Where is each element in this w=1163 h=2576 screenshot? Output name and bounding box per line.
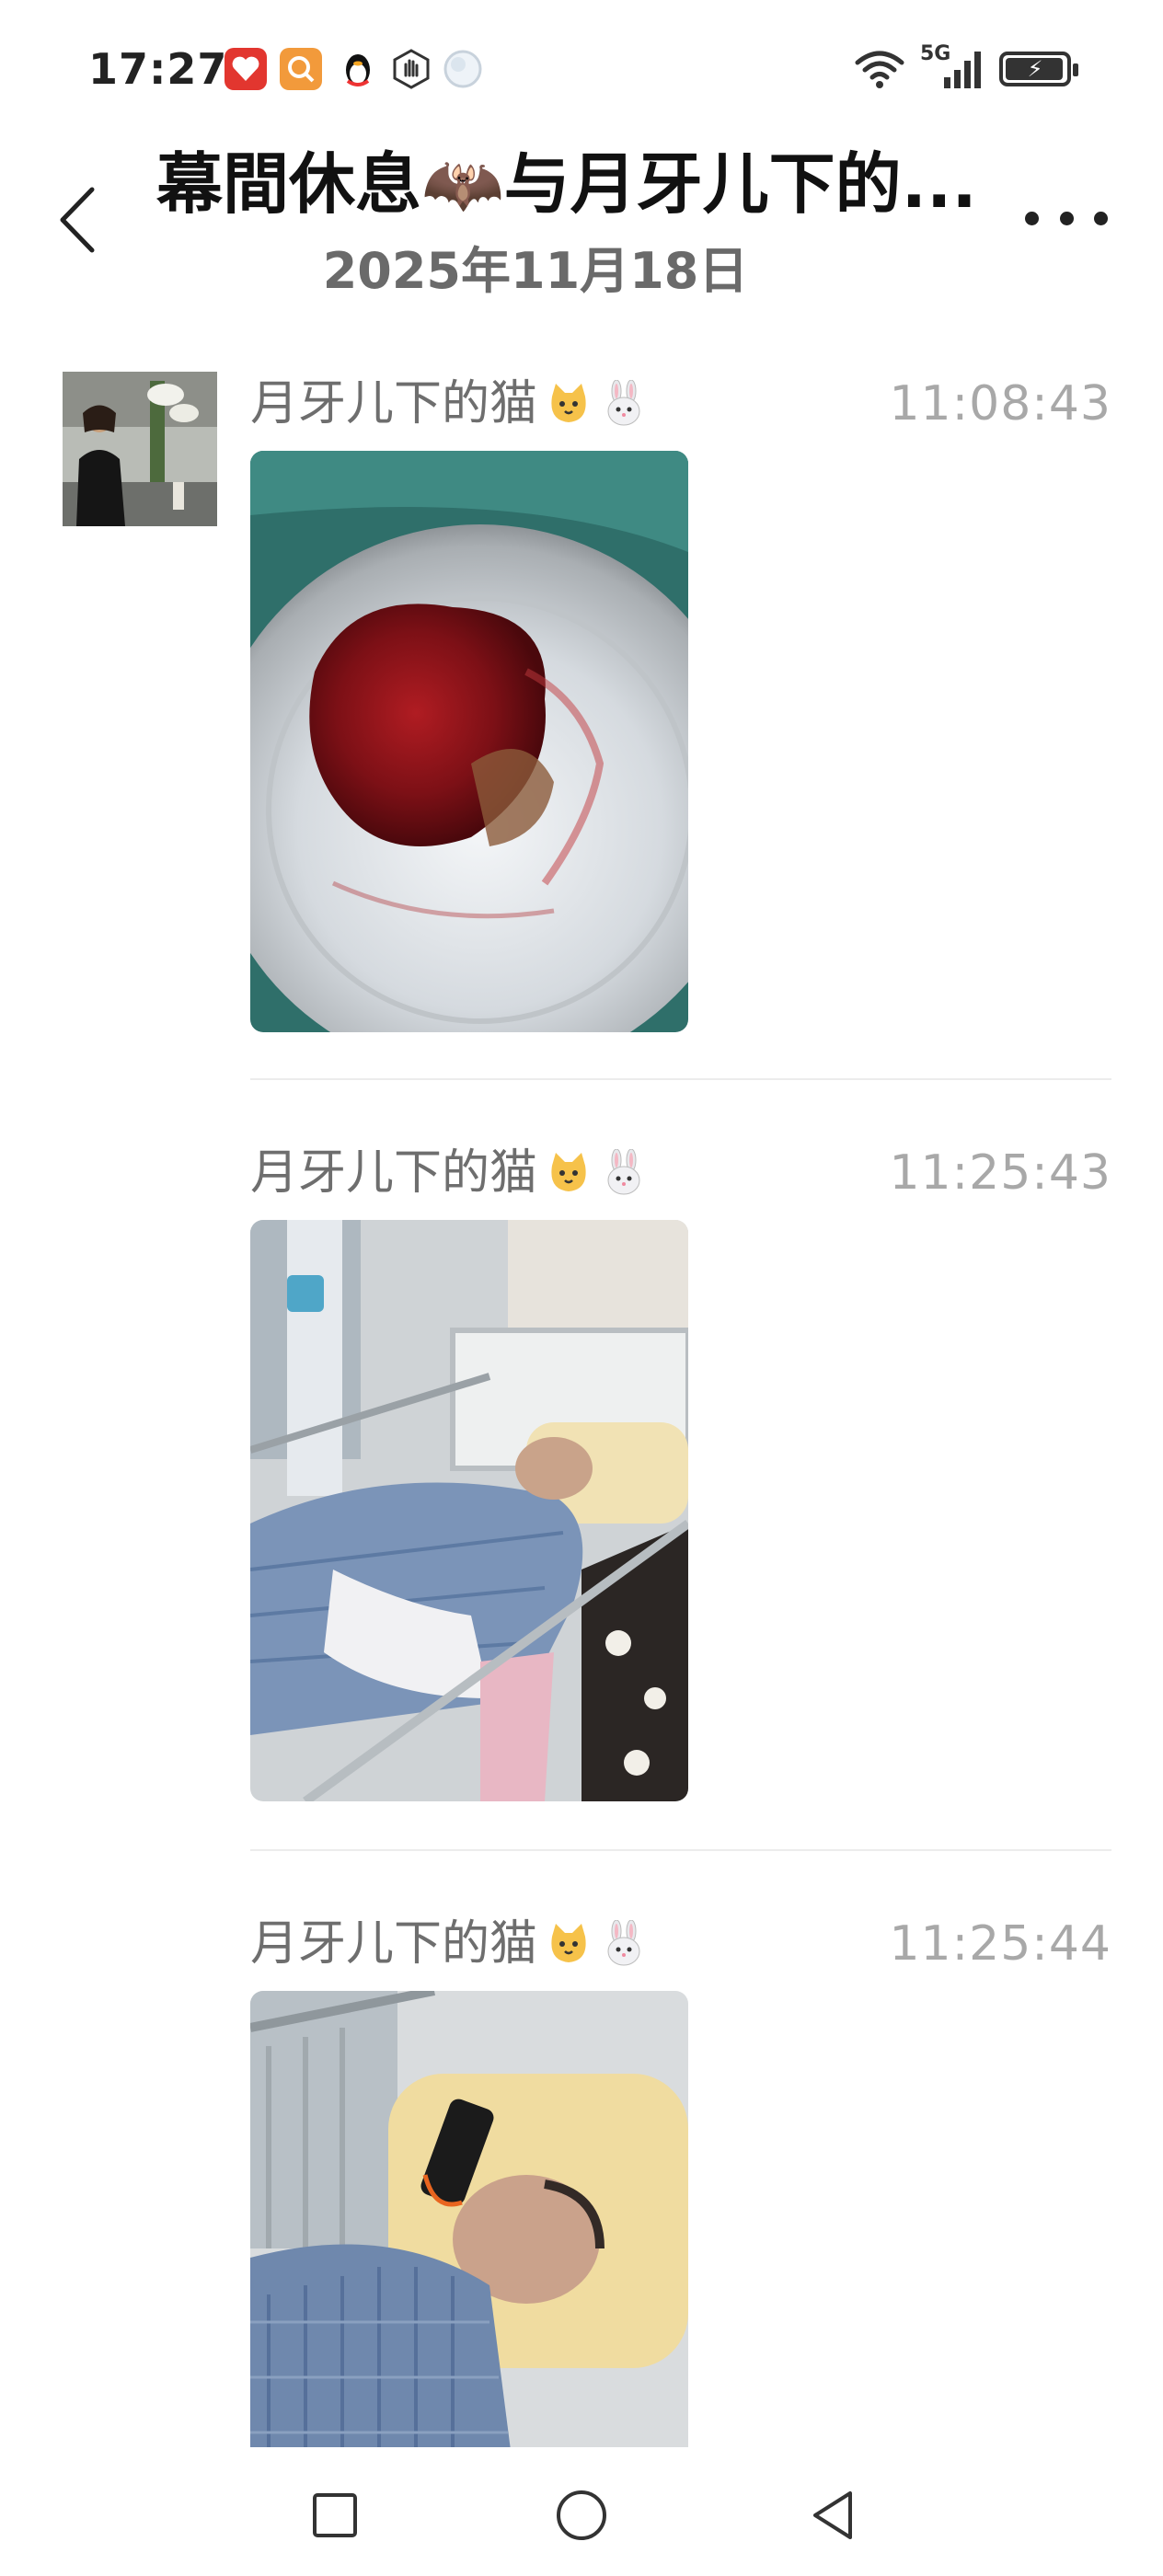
message-time: 11:25:43 xyxy=(889,1145,1111,1201)
cat-emoji-icon xyxy=(551,1924,586,1962)
message-item: 月牙儿下的猫 11:25:44 xyxy=(250,1912,1111,2464)
recent-apps-icon[interactable] xyxy=(298,2478,372,2552)
status-bar: 17:27 5G ⚡ xyxy=(0,0,1163,138)
message-item: 月牙儿下的猫 11:08:43 xyxy=(250,372,1111,1034)
message-divider xyxy=(250,1849,1111,1851)
sender-name-text: 月牙儿下的猫 xyxy=(250,1145,538,1201)
system-icons: 5G ⚡ xyxy=(854,42,1078,92)
message-item: 月牙儿下的猫 11:25:43 xyxy=(250,1141,1111,1803)
sender-name: 月牙儿下的猫 xyxy=(250,1912,648,1976)
navigation-bar xyxy=(0,2447,1163,2576)
moon-app-icon xyxy=(442,48,484,90)
cellular-signal-icon: 5G xyxy=(920,42,985,92)
search-app-icon xyxy=(280,48,322,90)
back-triangle-icon[interactable] xyxy=(797,2478,870,2552)
photo-bloody-tissue-in-metal-bowl xyxy=(250,451,688,1032)
message-divider xyxy=(250,1078,1111,1080)
message-image[interactable] xyxy=(250,451,688,1032)
chat-header: 幕間休息🦇与月牙儿下的... 2025年11月18日 xyxy=(0,138,1163,304)
sender-name: 月牙儿下的猫 xyxy=(250,1141,648,1205)
status-time: 17:27 xyxy=(88,44,228,94)
cat-emoji-icon xyxy=(551,384,586,422)
message-time: 11:08:43 xyxy=(889,376,1111,431)
photo-patient-closeup-on-pillow xyxy=(250,1991,688,2460)
heart-app-icon xyxy=(225,48,267,90)
wifi-icon xyxy=(855,51,904,88)
more-dots-icon[interactable] xyxy=(1025,204,1108,232)
cat-emoji-icon xyxy=(551,1153,586,1191)
sender-name-text: 月牙儿下的猫 xyxy=(250,376,538,431)
photo-patient-in-hospital-bed xyxy=(250,1220,688,1801)
hand-app-icon xyxy=(390,48,432,90)
message-image[interactable] xyxy=(250,1991,688,2460)
rabbit-emoji-icon xyxy=(607,380,640,426)
battery-charging-icon: ⚡ xyxy=(999,52,1078,86)
qq-penguin-icon xyxy=(337,48,379,90)
sender-name-text: 月牙儿下的猫 xyxy=(250,1916,538,1972)
sender-name: 月牙儿下的猫 xyxy=(250,372,648,436)
avatar[interactable] xyxy=(63,372,217,526)
chat-date: 2025年11月18日 xyxy=(322,242,749,300)
message-time: 11:25:44 xyxy=(889,1916,1111,1972)
rabbit-emoji-icon xyxy=(607,1149,640,1195)
chat-title: 幕間休息🦇与月牙儿下的... xyxy=(156,145,977,223)
home-icon[interactable] xyxy=(545,2478,618,2552)
rabbit-emoji-icon xyxy=(607,1920,640,1966)
message-image[interactable] xyxy=(250,1220,688,1801)
